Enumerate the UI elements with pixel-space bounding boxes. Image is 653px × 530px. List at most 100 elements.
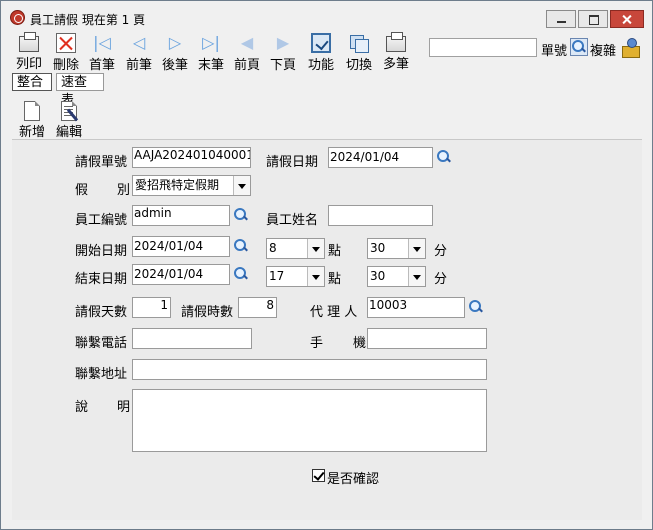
leave-type-label-a: 假: [75, 183, 89, 198]
emp-name-label: 員工姓名: [266, 213, 319, 228]
next-page-icon: ▶: [276, 33, 290, 52]
window-title: 員工請假 現在第 1 頁: [30, 13, 146, 27]
prev-page-button[interactable]: ◀ 前頁: [232, 33, 262, 73]
switch-label: 切換: [345, 58, 372, 73]
last-record-button[interactable]: ▷| 末筆: [196, 33, 226, 73]
next-page-button[interactable]: ▶ 下頁: [268, 33, 298, 73]
phone-field[interactable]: [132, 328, 252, 349]
title-bar: 員工請假 現在第 1 頁: [1, 1, 652, 31]
end-min-value: 30: [370, 269, 386, 283]
leave-no-label: 請假單號: [75, 155, 128, 170]
new-button[interactable]: 新增: [18, 101, 46, 140]
next-record-button[interactable]: ▷ 後筆: [160, 33, 190, 73]
emp-no-search-icon[interactable]: [233, 207, 249, 223]
chevron-down-icon[interactable]: [307, 267, 324, 286]
start-date-search-icon[interactable]: [233, 238, 249, 254]
switch-button[interactable]: 切換: [344, 33, 374, 73]
tab-quick-lookup[interactable]: 速查表: [56, 73, 104, 108]
function-label: 功能: [307, 58, 334, 73]
end-date-label: 結束日期: [75, 272, 128, 287]
emp-no-label: 員工編號: [75, 213, 128, 228]
multi-record-button[interactable]: 多筆: [381, 32, 411, 72]
app-window: 員工請假 現在第 1 頁 列印 刪除 |◁ 首筆 ◁ 前筆 ▷ 後筆 ▷| 末筆…: [0, 0, 653, 530]
leave-date-field[interactable]: 2024/01/04: [328, 147, 433, 168]
prev-page-label: 前頁: [233, 58, 260, 73]
start-min-dropdown[interactable]: 30: [367, 238, 426, 259]
end-hour-value: 17: [269, 269, 285, 283]
print-button[interactable]: 列印: [14, 32, 44, 72]
address-field[interactable]: [132, 359, 487, 380]
minimize-button[interactable]: [546, 10, 576, 28]
advanced-search-label[interactable]: 複雜: [590, 40, 616, 59]
app-logo-icon: [10, 10, 25, 25]
end-hour-dropdown[interactable]: 17: [266, 266, 325, 287]
end-date-field[interactable]: 2024/01/04: [132, 264, 230, 285]
start-hour-dropdown[interactable]: 8: [266, 238, 325, 259]
last-record-icon: ▷|: [202, 33, 220, 52]
leave-no-field[interactable]: AAJA202401040001: [132, 147, 251, 168]
multi-record-label: 多筆: [382, 57, 409, 72]
leave-days-label: 請假天數: [75, 305, 128, 320]
end-min-unit: 分: [434, 272, 448, 287]
leave-days-field[interactable]: 1: [132, 297, 171, 318]
mobile-label-a: 手: [310, 336, 324, 351]
search-icon: [571, 39, 587, 55]
chevron-down-icon[interactable]: [408, 239, 425, 258]
last-record-label: 末筆: [197, 58, 224, 73]
function-button[interactable]: 功能: [306, 33, 336, 73]
start-date-field[interactable]: 2024/01/04: [132, 236, 230, 257]
confirm-checkbox[interactable]: [312, 469, 325, 482]
print-label: 列印: [15, 57, 42, 72]
wizard-icon[interactable]: [620, 37, 640, 59]
agent-field[interactable]: 10003: [367, 297, 465, 318]
address-label: 聯繫地址: [75, 367, 128, 382]
prev-page-icon: ◀: [240, 33, 254, 52]
chevron-down-icon[interactable]: [408, 267, 425, 286]
leave-type-dropdown[interactable]: 愛招飛特定假期: [132, 175, 251, 196]
mobile-label-b: 機: [353, 336, 367, 351]
edit-button[interactable]: 編輯: [54, 101, 84, 140]
prev-record-button[interactable]: ◁ 前筆: [124, 33, 154, 73]
multi-record-icon: [386, 32, 406, 52]
tab-integrate[interactable]: 整合: [12, 73, 52, 91]
search-button[interactable]: [570, 38, 588, 56]
prev-record-label: 前筆: [125, 58, 152, 73]
end-hour-unit: 點: [328, 272, 342, 287]
leave-hours-label: 請假時數: [181, 305, 234, 320]
description-textarea[interactable]: [132, 389, 487, 452]
first-record-label: 首筆: [88, 58, 115, 73]
leave-hours-field[interactable]: 8: [238, 297, 277, 318]
end-date-search-icon[interactable]: [233, 266, 249, 282]
chevron-down-icon[interactable]: [307, 239, 324, 258]
agent-label: 代 理 人: [310, 305, 358, 320]
emp-no-field[interactable]: admin: [132, 205, 230, 226]
search-input[interactable]: [429, 38, 537, 57]
delete-button[interactable]: 刪除: [51, 33, 81, 73]
next-record-icon: ▷: [168, 33, 182, 52]
next-record-label: 後筆: [161, 58, 188, 73]
edit-document-icon: [61, 101, 79, 122]
delete-label: 刪除: [52, 58, 79, 73]
confirm-label[interactable]: 是否確認: [327, 468, 379, 487]
function-icon: [311, 33, 331, 53]
leave-date-search-icon[interactable]: [436, 149, 452, 165]
delete-icon: [56, 33, 76, 53]
order-no-label: 單號: [541, 44, 568, 59]
description-label-a: 說: [75, 400, 89, 415]
chevron-down-icon[interactable]: [233, 176, 250, 195]
start-min-value: 30: [370, 241, 386, 255]
maximize-button[interactable]: [578, 10, 608, 28]
form-panel: [12, 139, 642, 520]
mobile-field[interactable]: [367, 328, 487, 349]
leave-date-label: 請假日期: [266, 155, 319, 170]
description-label-b: 明: [117, 400, 131, 415]
emp-name-field[interactable]: [328, 205, 433, 226]
next-page-label: 下頁: [269, 58, 296, 73]
edit-label: 編輯: [55, 125, 82, 140]
close-button[interactable]: [610, 10, 644, 28]
first-record-button[interactable]: |◁ 首筆: [87, 33, 117, 73]
agent-search-icon[interactable]: [468, 299, 484, 315]
new-label: 新增: [18, 125, 45, 140]
end-min-dropdown[interactable]: 30: [367, 266, 426, 287]
leave-type-label-b: 別: [117, 183, 131, 198]
